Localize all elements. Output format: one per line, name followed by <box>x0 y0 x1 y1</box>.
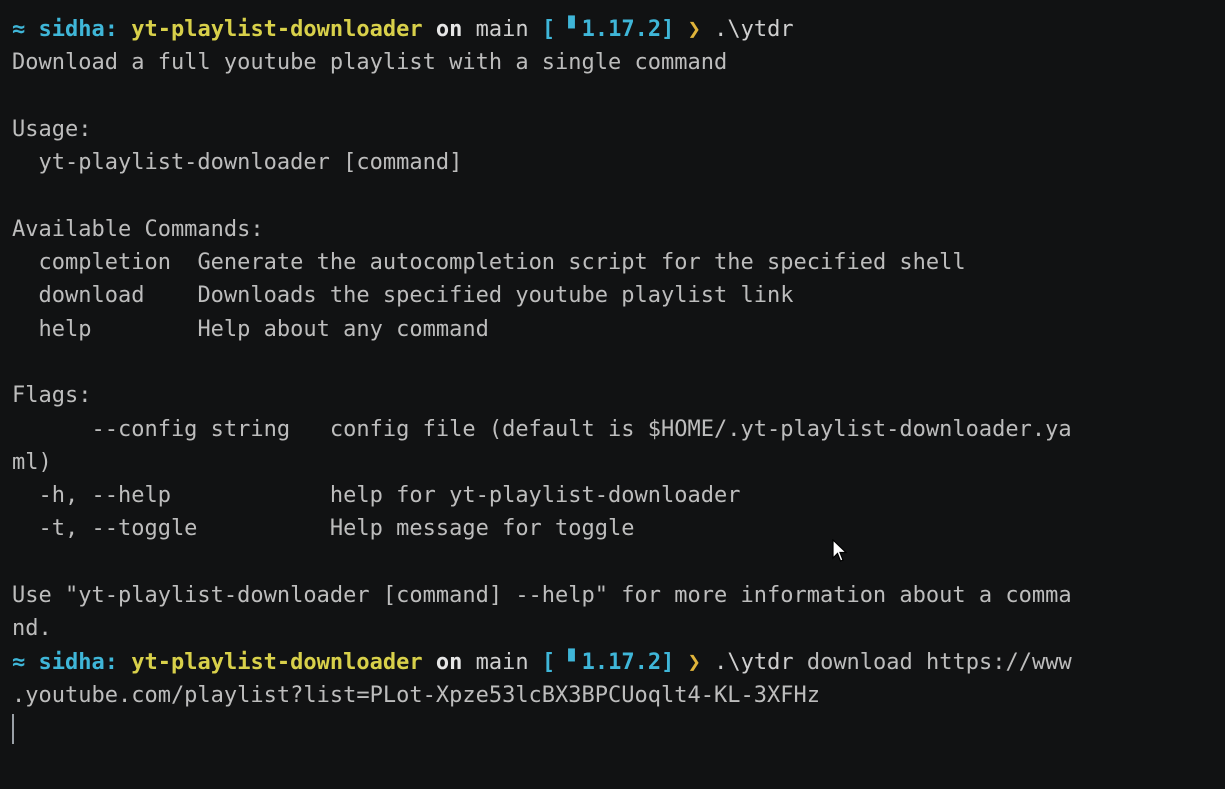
prompt-dir: yt-playlist-downloader <box>131 649 423 675</box>
prompt-version: 1.17.2] <box>581 649 675 675</box>
terminal-window[interactable]: ≈ sidha: yt-playlist-downloader on main … <box>0 0 1225 789</box>
command-args-wrap: .youtube.com/playlist?list=PLot-Xpze53lc… <box>12 682 820 708</box>
command-row: completion Generate the autocompletion s… <box>12 246 1225 279</box>
prompt-user: sidha: <box>38 17 118 42</box>
package-icon: ▘ <box>568 17 582 42</box>
prompt-chevron-icon: ❯ <box>687 17 701 42</box>
flags-header: Flags: <box>12 383 92 409</box>
prompt-dir: yt-playlist-downloader <box>131 17 423 42</box>
footer-text-wrap: nd. <box>12 616 52 642</box>
usage-command: yt-playlist-downloader [command] <box>12 150 463 176</box>
prompt-line: ≈ sidha: yt-playlist-downloader on main … <box>12 646 1225 679</box>
prompt-line: ≈ sidha: yt-playlist-downloader on main … <box>12 13 1225 46</box>
prompt-icon: ≈ <box>12 17 26 42</box>
prompt-icon: ≈ <box>12 649 26 675</box>
command-name: help <box>12 316 198 342</box>
command-desc: Downloads the specified youtube playlist… <box>197 283 794 309</box>
prompt-on: on <box>435 17 463 42</box>
prompt-on: on <box>435 649 463 675</box>
command-name: download <box>12 283 198 309</box>
package-icon: ▘ <box>568 649 582 675</box>
command-row: help Help about any command <box>12 313 1225 346</box>
flag-row: --config string config file (default is … <box>12 416 1072 442</box>
flag-row: ml) <box>12 449 52 475</box>
command-text: .\ytdr <box>714 17 794 42</box>
command-desc: Generate the autocompletion script for t… <box>197 250 966 276</box>
command-name: completion <box>12 250 198 276</box>
prompt-branch: main <box>475 649 529 675</box>
mouse-pointer-icon <box>832 539 848 562</box>
commands-header: Available Commands: <box>12 216 264 242</box>
prompt-status-open: [ <box>541 649 556 675</box>
command-row: download Downloads the specified youtube… <box>12 279 1225 312</box>
prompt-user: sidha: <box>38 649 118 675</box>
text-cursor <box>12 714 14 745</box>
prompt-status-open: [ <box>541 17 556 42</box>
prompt-chevron-icon: ❯ <box>687 649 701 675</box>
flag-row: -t, --toggle Help message for toggle <box>12 516 635 542</box>
command-exe: .\ytdr <box>714 649 794 675</box>
prompt-branch: main <box>475 17 529 42</box>
flag-row: -h, --help help for yt-playlist-download… <box>12 483 741 509</box>
command-desc: Help about any command <box>197 316 489 342</box>
usage-header: Usage: <box>12 116 92 142</box>
description-text: Download a full youtube playlist with a … <box>12 50 728 76</box>
input-line[interactable] <box>12 712 1225 745</box>
command-args: download https://www <box>793 649 1072 675</box>
footer-text: Use "yt-playlist-downloader [command] --… <box>12 583 1072 609</box>
prompt-version: 1.17.2] <box>581 17 675 42</box>
